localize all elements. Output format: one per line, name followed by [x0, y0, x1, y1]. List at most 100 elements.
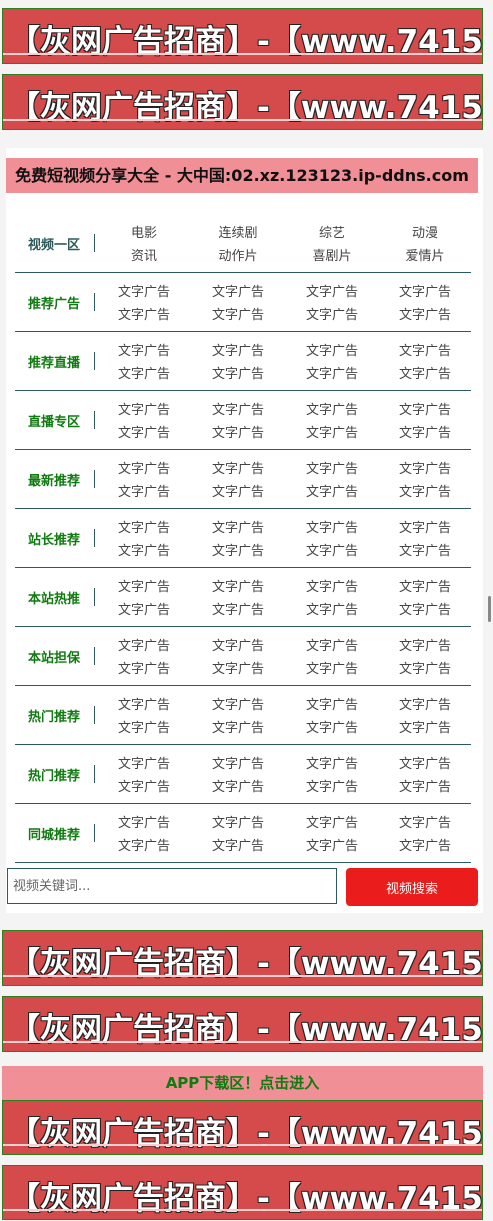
text-ad-link[interactable]: 文字广告 — [297, 304, 367, 323]
text-ad-link[interactable]: 文字广告 — [297, 422, 367, 441]
text-ad-link[interactable]: 文字广告 — [109, 776, 179, 795]
text-ad-link[interactable]: 文字广告 — [109, 363, 179, 382]
ad-banner-6[interactable]: 【灰网广告招商】-【www.74151.com】 — [2, 1165, 483, 1220]
text-ad-link[interactable]: 文字广告 — [203, 753, 273, 772]
text-ad-link[interactable]: 文字广告 — [390, 540, 460, 559]
category-link[interactable]: 连续剧 — [203, 222, 273, 241]
row-head[interactable]: 本站热推 — [15, 568, 93, 626]
ad-banner-2[interactable]: 【灰网广告招商】-【www.74151.com】 — [2, 74, 483, 130]
text-ad-link[interactable]: 文字广告 — [203, 599, 273, 618]
text-ad-link[interactable]: 文字广告 — [203, 422, 273, 441]
text-ad-link[interactable]: 文字广告 — [390, 304, 460, 323]
category-link[interactable]: 资讯 — [109, 245, 179, 264]
search-button[interactable]: 视频搜索 — [346, 868, 478, 906]
category-link[interactable]: 爱情片 — [390, 245, 460, 264]
text-ad-link[interactable]: 文字广告 — [390, 599, 460, 618]
text-ad-link[interactable]: 文字广告 — [297, 599, 367, 618]
text-ad-link[interactable]: 文字广告 — [203, 576, 273, 595]
text-ad-link[interactable]: 文字广告 — [109, 458, 179, 477]
text-ad-link[interactable]: 文字广告 — [297, 540, 367, 559]
text-ad-link[interactable]: 文字广告 — [297, 753, 367, 772]
text-ad-link[interactable]: 文字广告 — [203, 635, 273, 654]
text-ad-link[interactable]: 文字广告 — [203, 481, 273, 500]
text-ad-link[interactable]: 文字广告 — [109, 481, 179, 500]
text-ad-link[interactable]: 文字广告 — [390, 694, 460, 713]
row-head[interactable]: 热门推荐 — [15, 686, 93, 744]
row-head[interactable]: 热门推荐 — [15, 745, 93, 803]
text-ad-link[interactable]: 文字广告 — [390, 776, 460, 795]
text-ad-link[interactable]: 文字广告 — [297, 635, 367, 654]
app-download-bar[interactable]: APP下载区！点击进入 — [2, 1066, 483, 1100]
text-ad-link[interactable]: 文字广告 — [109, 576, 179, 595]
text-ad-link[interactable]: 文字广告 — [390, 635, 460, 654]
text-ad-link[interactable]: 文字广告 — [203, 517, 273, 536]
row-head[interactable]: 直播专区 — [15, 391, 93, 449]
text-ad-link[interactable]: 文字广告 — [109, 281, 179, 300]
text-ad-link[interactable]: 文字广告 — [390, 422, 460, 441]
text-ad-link[interactable]: 文字广告 — [297, 281, 367, 300]
text-ad-link[interactable]: 文字广告 — [109, 399, 179, 418]
row-head[interactable]: 站长推荐 — [15, 509, 93, 567]
text-ad-link[interactable]: 文字广告 — [297, 517, 367, 536]
ad-banner-5[interactable]: 【灰网广告招商】-【www.74151.com】 — [2, 1100, 483, 1155]
category-link[interactable]: 动作片 — [203, 245, 273, 264]
category-link[interactable]: 动漫 — [390, 222, 460, 241]
ad-banner-4[interactable]: 【灰网广告招商】-【www.74151.com】 — [2, 996, 483, 1052]
text-ad-link[interactable]: 文字广告 — [297, 776, 367, 795]
text-ad-link[interactable]: 文字广告 — [390, 363, 460, 382]
text-ad-link[interactable]: 文字广告 — [109, 694, 179, 713]
text-ad-link[interactable]: 文字广告 — [203, 304, 273, 323]
row-head[interactable]: 最新推荐 — [15, 450, 93, 508]
text-ad-link[interactable]: 文字广告 — [297, 835, 367, 854]
text-ad-link[interactable]: 文字广告 — [109, 812, 179, 831]
text-ad-link[interactable]: 文字广告 — [109, 635, 179, 654]
text-ad-link[interactable]: 文字广告 — [109, 517, 179, 536]
text-ad-link[interactable]: 文字广告 — [203, 540, 273, 559]
text-ad-link[interactable]: 文字广告 — [203, 458, 273, 477]
text-ad-link[interactable]: 文字广告 — [109, 304, 179, 323]
text-ad-link[interactable]: 文字广告 — [390, 658, 460, 677]
text-ad-link[interactable]: 文字广告 — [390, 517, 460, 536]
text-ad-link[interactable]: 文字广告 — [203, 281, 273, 300]
text-ad-link[interactable]: 文字广告 — [109, 422, 179, 441]
scrollbar-thumb[interactable] — [488, 596, 491, 622]
text-ad-link[interactable]: 文字广告 — [109, 340, 179, 359]
text-ad-link[interactable]: 文字广告 — [203, 658, 273, 677]
text-ad-link[interactable]: 文字广告 — [203, 694, 273, 713]
text-ad-link[interactable]: 文字广告 — [390, 281, 460, 300]
text-ad-link[interactable]: 文字广告 — [297, 399, 367, 418]
text-ad-link[interactable]: 文字广告 — [390, 458, 460, 477]
text-ad-link[interactable]: 文字广告 — [203, 399, 273, 418]
category-link[interactable]: 电影 — [109, 222, 179, 241]
text-ad-link[interactable]: 文字广告 — [390, 812, 460, 831]
text-ad-link[interactable]: 文字广告 — [390, 753, 460, 772]
text-ad-link[interactable]: 文字广告 — [203, 776, 273, 795]
category-link[interactable]: 喜剧片 — [297, 245, 367, 264]
text-ad-link[interactable]: 文字广告 — [109, 658, 179, 677]
text-ad-link[interactable]: 文字广告 — [297, 458, 367, 477]
row-head[interactable]: 视频一区 — [15, 214, 93, 272]
text-ad-link[interactable]: 文字广告 — [390, 340, 460, 359]
text-ad-link[interactable]: 文字广告 — [203, 812, 273, 831]
text-ad-link[interactable]: 文字广告 — [297, 694, 367, 713]
text-ad-link[interactable]: 文字广告 — [109, 753, 179, 772]
text-ad-link[interactable]: 文字广告 — [109, 717, 179, 736]
text-ad-link[interactable]: 文字广告 — [297, 658, 367, 677]
ad-banner-1[interactable]: 【灰网广告招商】-【www.74151.com】 — [2, 8, 483, 64]
text-ad-link[interactable]: 文字广告 — [390, 481, 460, 500]
text-ad-link[interactable]: 文字广告 — [203, 340, 273, 359]
text-ad-link[interactable]: 文字广告 — [109, 599, 179, 618]
text-ad-link[interactable]: 文字广告 — [109, 540, 179, 559]
text-ad-link[interactable]: 文字广告 — [203, 717, 273, 736]
search-input[interactable] — [7, 868, 337, 904]
text-ad-link[interactable]: 文字广告 — [390, 835, 460, 854]
row-head[interactable]: 本站担保 — [15, 627, 93, 685]
text-ad-link[interactable]: 文字广告 — [390, 576, 460, 595]
text-ad-link[interactable]: 文字广告 — [297, 576, 367, 595]
text-ad-link[interactable]: 文字广告 — [297, 340, 367, 359]
text-ad-link[interactable]: 文字广告 — [203, 835, 273, 854]
text-ad-link[interactable]: 文字广告 — [390, 399, 460, 418]
text-ad-link[interactable]: 文字广告 — [297, 481, 367, 500]
text-ad-link[interactable]: 文字广告 — [390, 717, 460, 736]
text-ad-link[interactable]: 文字广告 — [203, 363, 273, 382]
